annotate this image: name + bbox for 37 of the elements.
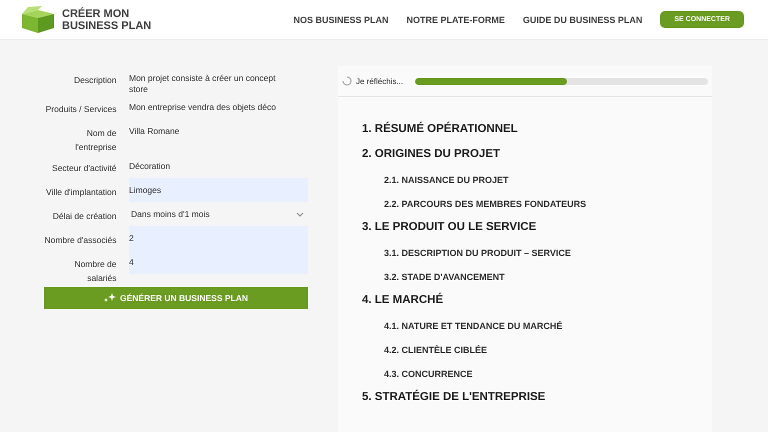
field-label: Description	[72, 74, 118, 87]
field-value: Mon projet consiste à créer un concept store	[129, 72, 276, 95]
logo-text: CRÉER MON	[62, 8, 130, 20]
field-label: Nombre d'associés	[44, 234, 118, 247]
input-field[interactable]: Limoges	[129, 178, 308, 202]
status-text: Je réfléchis...	[356, 76, 404, 86]
subsection-heading: 2.2. PARCOURS DES MEMBRES FONDATEURS	[383, 198, 588, 211]
subsection-heading: 3.1. DESCRIPTION DU PRODUIT – SERVICE	[383, 247, 572, 260]
section-heading: 5. STRATÉGIE DE L'ENTREPRISE	[362, 391, 546, 405]
section-heading: 3. LE PRODUIT OU LE SERVICE	[362, 221, 538, 235]
subsection-heading: 4.2. CLIENTÈLE CIBLÉE	[383, 344, 488, 357]
subsection-heading: 4.1. NATURE ET TENDANCE DU MARCHÉ	[383, 320, 564, 333]
nav-link[interactable]: NOS BUSINESS PLAN	[294, 14, 389, 24]
field-label: Produits / Services	[44, 103, 118, 116]
field-label: Nombre de salariés	[73, 258, 118, 285]
logo-text: BUSINESS PLAN	[62, 20, 152, 32]
subsection-heading: 2.1. NAISSANCE DU PROJET	[383, 174, 510, 187]
subsection-heading: 3.2. STADE D'AVANCEMENT	[383, 271, 506, 284]
select-field[interactable]: Dans moins d'1 mois	[129, 202, 308, 220]
nav-link[interactable]: NOTRE PLATE-FORME	[406, 14, 505, 24]
field-value: Villa Romane	[129, 125, 180, 137]
nav-link[interactable]: GUIDE DU BUSINESS PLAN	[522, 14, 642, 24]
section-heading: 2. ORIGINES DU PROJET	[362, 148, 502, 162]
field-value: Mon entreprise vendra des objets déco	[129, 101, 276, 113]
chevron-icon	[296, 212, 304, 217]
subsection-heading: 4.3. CONCURRENCE	[383, 368, 474, 381]
section-heading: 1. RÉSUMÉ OPÉRATIONNEL	[362, 123, 519, 137]
field-label: Secteur d'activité	[51, 162, 118, 175]
sparkle-icon	[104, 293, 116, 303]
input-field[interactable]: 2	[129, 226, 308, 250]
field-value: Décoration	[129, 160, 170, 172]
input-field[interactable]: 4	[129, 250, 308, 274]
field-label: Délai de création	[52, 210, 118, 223]
field-label: Nom de l'entreprise	[74, 127, 118, 154]
section-heading: 4. LE MARCHÉ	[362, 294, 444, 308]
field-label: Ville d'implantation	[45, 186, 118, 199]
spinner-icon	[342, 76, 352, 86]
